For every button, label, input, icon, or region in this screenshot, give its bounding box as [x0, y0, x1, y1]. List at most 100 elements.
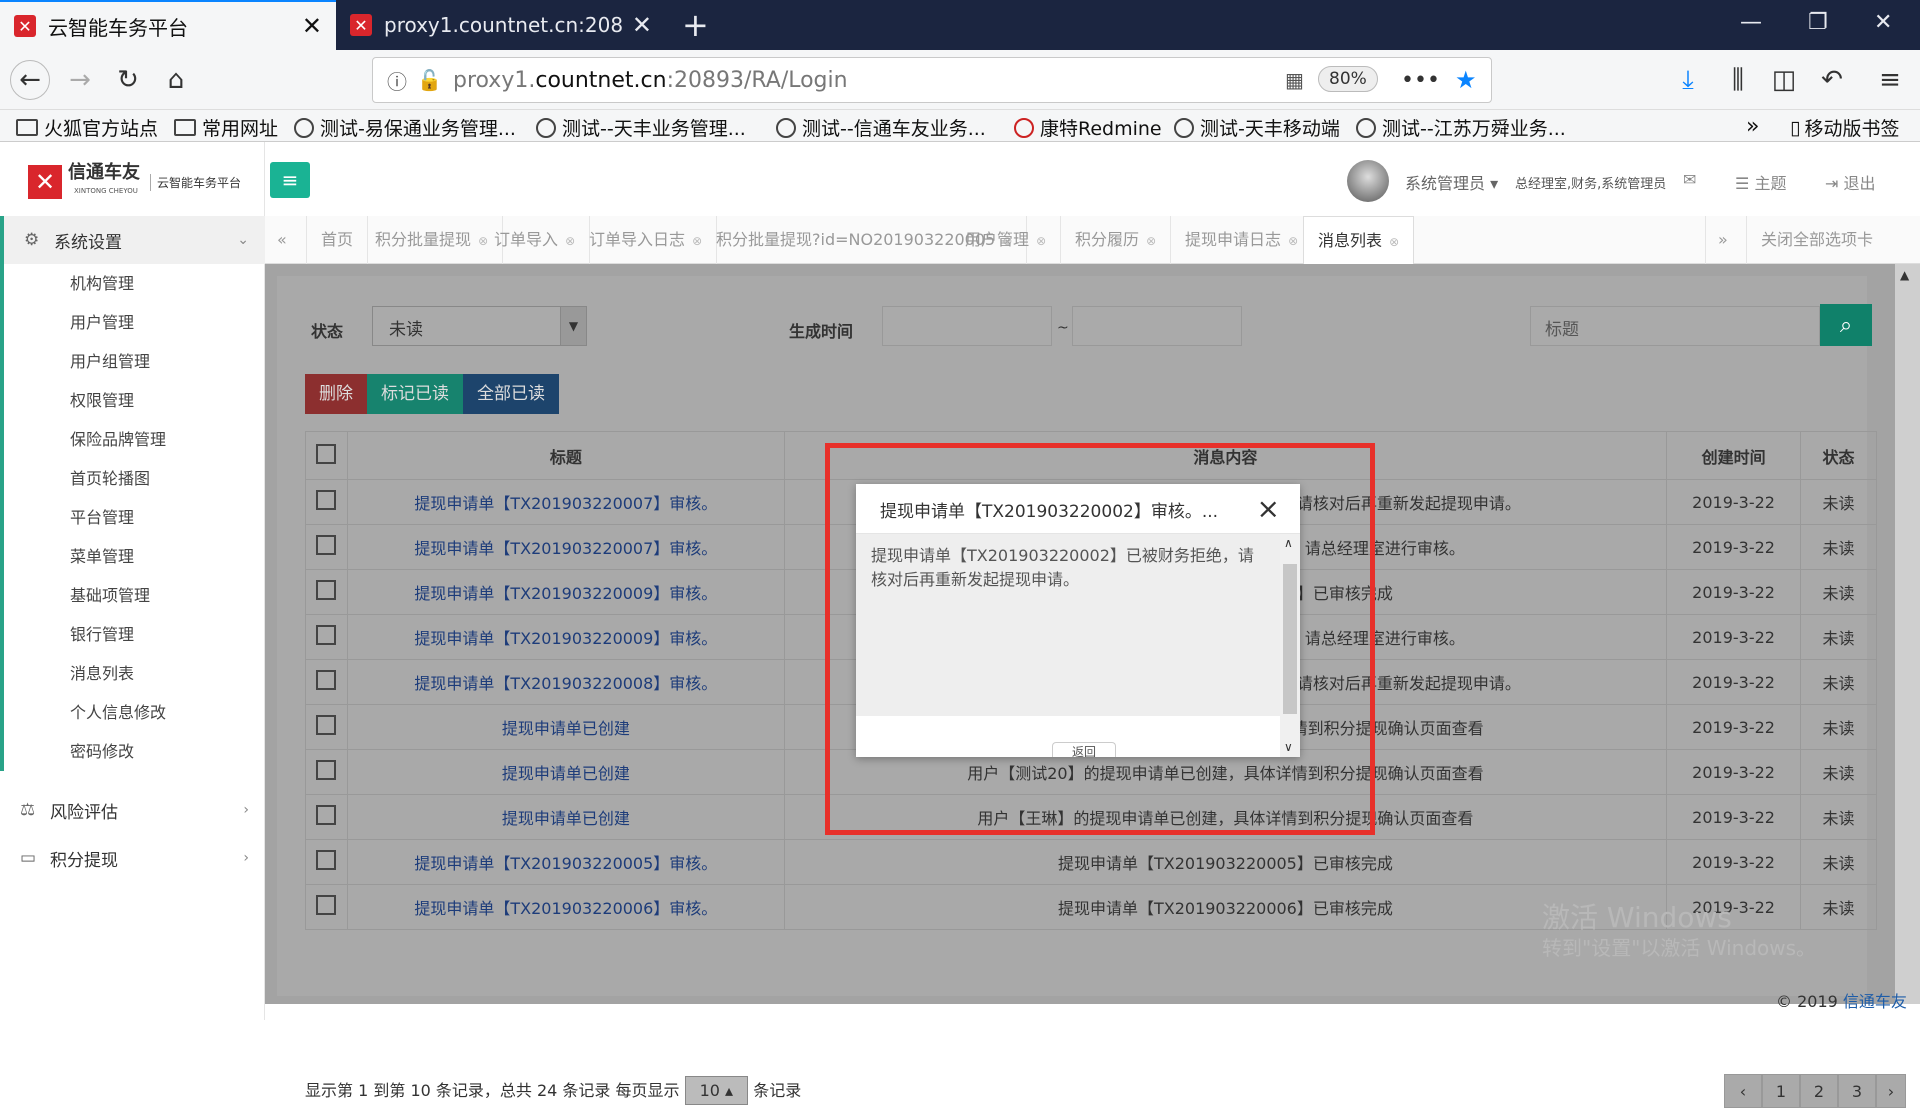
tab-close-icon[interactable]: ⊗	[1036, 234, 1046, 248]
title-cell[interactable]: 提现申请单已创建	[346, 794, 785, 840]
back-icon[interactable]: ←	[10, 60, 50, 100]
row-checkbox[interactable]	[316, 715, 337, 735]
page-3[interactable]: 3	[1838, 1074, 1876, 1108]
browser-tab[interactable]: ✕ proxy1.countnet.cn:20893/Ta ✕	[336, 0, 666, 50]
window-close-icon[interactable]: ✕	[1874, 10, 1892, 35]
title-cell[interactable]: 提现申请单【TX201903220006】审核。	[346, 884, 785, 930]
bookmark-item[interactable]: 测试--江苏万舜业务...	[1356, 114, 1566, 141]
search-button[interactable]: ⌕	[1820, 304, 1872, 346]
tab-user-management[interactable]: 用户管理 ⊗	[951, 216, 1062, 264]
new-tab-button[interactable]: +	[682, 6, 709, 44]
reload-icon[interactable]: ↻	[108, 60, 148, 100]
sidebar-item[interactable]: 密码修改	[0, 732, 265, 771]
title-cell[interactable]: 提现申请单【TX201903220008】审核。	[346, 659, 785, 705]
menu-risk[interactable]: ⚖ 风险评估 ›	[0, 786, 265, 834]
avatar[interactable]	[1347, 160, 1389, 202]
page-1[interactable]: 1	[1762, 1074, 1800, 1108]
tab-message-list[interactable]: 消息列表 ⊗	[1303, 216, 1415, 264]
mobile-bookmarks[interactable]: ▯ 移动版书签	[1790, 114, 1899, 141]
sidebar-toggle-icon[interactable]: ◫	[1764, 60, 1804, 100]
title-cell[interactable]: 提现申请单【TX201903220007】审核。	[346, 479, 785, 525]
row-checkbox[interactable]	[316, 850, 337, 870]
tab-withdraw-log[interactable]: 提现申请日志 ⊗	[1171, 216, 1314, 264]
browser-tab-active[interactable]: ✕ 云智能车务平台 ✕	[0, 0, 336, 50]
download-icon[interactable]: ⤓	[1668, 60, 1708, 100]
row-checkbox[interactable]	[316, 895, 337, 915]
bookmark-item[interactable]: 火狐官方站点	[16, 114, 158, 141]
sidebar-item[interactable]: 保险品牌管理	[0, 420, 265, 459]
sidebar-item[interactable]: 权限管理	[0, 381, 265, 420]
tab-close-icon[interactable]: ⊗	[1146, 234, 1156, 248]
qr-code-icon[interactable]: ▦	[1285, 68, 1304, 92]
title-cell[interactable]: 提现申请单【TX201903220009】审核。	[346, 614, 785, 660]
sidebar-item[interactable]: 银行管理	[0, 615, 265, 654]
tab-close-icon[interactable]: ⊗	[1288, 234, 1298, 248]
tab-close-icon[interactable]: ✕	[302, 12, 322, 40]
row-checkbox[interactable]	[316, 760, 337, 780]
close-all-tabs[interactable]: 关闭全部选项卡	[1747, 216, 1887, 264]
row-checkbox[interactable]	[316, 805, 337, 825]
row-checkbox[interactable]	[316, 625, 337, 645]
sidebar-item[interactable]: 个人信息修改	[0, 693, 265, 732]
restore-icon[interactable]: ❐	[1808, 10, 1828, 35]
content-scrollbar[interactable]: ▲	[1895, 264, 1920, 1004]
end-date-input[interactable]	[1072, 306, 1242, 346]
sidebar-item[interactable]: 消息列表	[0, 654, 265, 693]
bookmark-item[interactable]: 康特Redmine	[1014, 114, 1162, 141]
more-actions-icon[interactable]: •••	[1401, 68, 1440, 93]
tab-home[interactable]: 首页	[307, 216, 369, 264]
title-cell[interactable]: 提现申请单【TX201903220005】审核。	[346, 839, 785, 885]
status-select[interactable]: 未读 ▼	[372, 306, 587, 346]
undo-icon[interactable]: ↶	[1812, 60, 1852, 100]
user-name[interactable]: 系统管理员 ▾	[1405, 170, 1498, 194]
table-row[interactable]: 提现申请单【TX201903220005】审核。 提现申请单【TX20190322…	[305, 839, 1877, 885]
tab-points-history[interactable]: 积分履历 ⊗	[1061, 216, 1172, 264]
zoom-level[interactable]: 80%	[1318, 66, 1378, 92]
tab-order-import-log[interactable]: 订单导入日志 ⊗	[575, 216, 718, 264]
home-icon[interactable]: ⌂	[156, 60, 196, 100]
mark-read-button[interactable]: 标记已读	[367, 374, 463, 414]
bookmark-item[interactable]: 测试-天丰移动端	[1174, 114, 1340, 141]
bookmarks-overflow-icon[interactable]: »	[1746, 114, 1759, 139]
logout-button[interactable]: ⇥ 退出	[1825, 170, 1876, 194]
tab-close-icon[interactable]: ⊗	[565, 234, 575, 248]
url-bar[interactable]: ⓘ 🔓 proxy1. countnet.cn:20893/RA/Login ▦ …	[372, 57, 1492, 103]
insecure-lock-icon[interactable]: 🔓	[417, 68, 442, 92]
start-date-input[interactable]	[882, 306, 1052, 346]
bookmark-item[interactable]: 测试-易保通业务管理...	[294, 114, 516, 141]
page-prev[interactable]: ‹	[1724, 1074, 1762, 1108]
mail-icon[interactable]: ✉	[1683, 170, 1696, 189]
title-cell[interactable]: 提现申请单【TX201903220007】审核。	[346, 524, 785, 570]
menu-points[interactable]: ▭ 积分提现 ›	[0, 834, 265, 882]
title-cell[interactable]: 提现申请单已创建	[346, 704, 785, 750]
theme-button[interactable]: ☰ 主题	[1735, 170, 1786, 194]
sidebar-item[interactable]: 首页轮播图	[0, 459, 265, 498]
delete-button[interactable]: 删除	[305, 374, 367, 414]
tab-close-icon[interactable]: ⊗	[692, 234, 702, 248]
sidebar-item[interactable]: 用户管理	[0, 303, 265, 342]
scroll-up-icon[interactable]: ▲	[1900, 268, 1909, 282]
tabs-scroll-left-icon[interactable]: «	[265, 216, 307, 264]
tab-order-import[interactable]: 订单导入 ⊗	[480, 216, 591, 264]
page-next[interactable]: ›	[1876, 1074, 1906, 1108]
sidebar-item[interactable]: 用户组管理	[0, 342, 265, 381]
hamburger-icon[interactable]: ≡	[270, 162, 310, 198]
bookmark-star-icon[interactable]: ★	[1455, 66, 1477, 94]
select-all-checkbox[interactable]	[316, 443, 337, 464]
mark-all-read-button[interactable]: 全部已读	[463, 374, 559, 414]
sidebar-item[interactable]: 基础项管理	[0, 576, 265, 615]
bookmark-item[interactable]: 常用网址	[174, 114, 278, 141]
menu-icon[interactable]: ≡	[1870, 60, 1910, 100]
title-cell[interactable]: 提现申请单【TX201903220009】审核。	[346, 569, 785, 615]
tab-close-icon[interactable]: ⊗	[1389, 235, 1399, 249]
row-checkbox[interactable]	[316, 535, 337, 555]
sidebar-item[interactable]: 机构管理	[0, 264, 265, 303]
row-checkbox[interactable]	[316, 580, 337, 600]
sidebar-item[interactable]: 平台管理	[0, 498, 265, 537]
info-icon[interactable]: ⓘ	[387, 66, 407, 95]
page-2[interactable]: 2	[1800, 1074, 1838, 1108]
forward-icon[interactable]: →	[60, 60, 100, 100]
minimize-icon[interactable]: —	[1740, 10, 1762, 35]
title-search-input[interactable]: 标题	[1530, 306, 1820, 346]
tab-close-icon[interactable]: ✕	[632, 11, 652, 39]
